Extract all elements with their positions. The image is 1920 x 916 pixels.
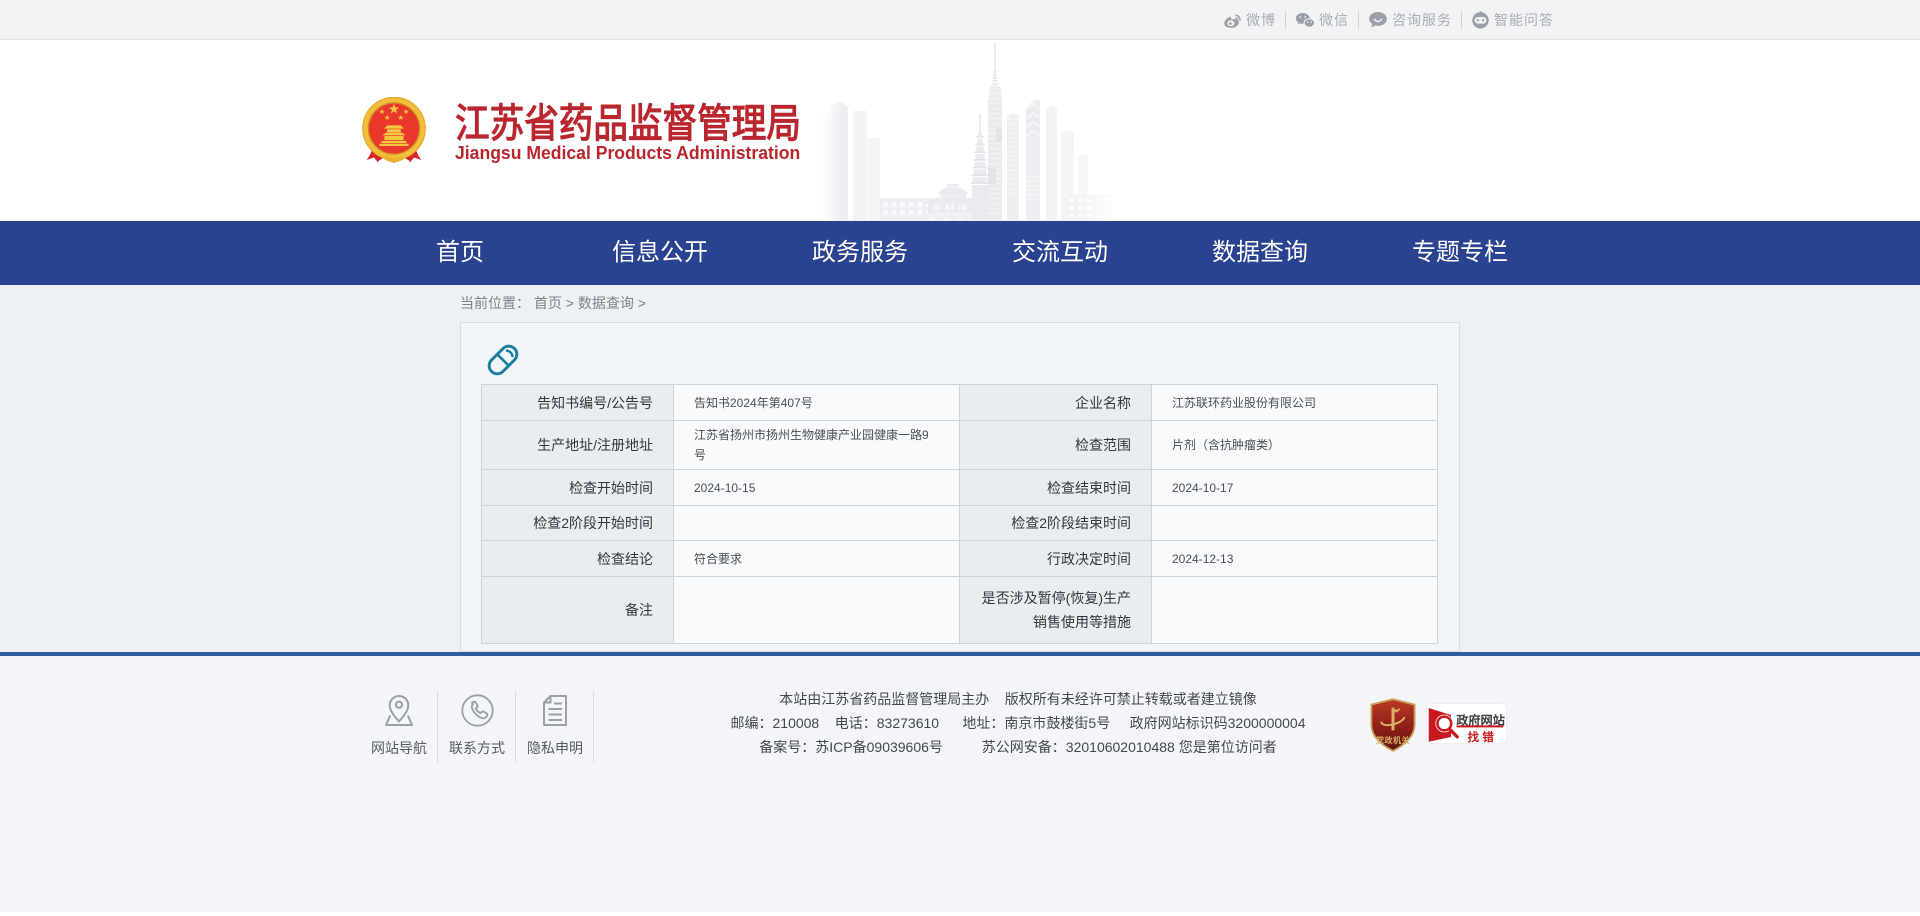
- svg-text:党政机关: 党政机关: [1376, 735, 1410, 745]
- svg-text:找错: 找错: [1468, 730, 1498, 744]
- svg-text:政府网站: 政府网站: [1457, 712, 1506, 727]
